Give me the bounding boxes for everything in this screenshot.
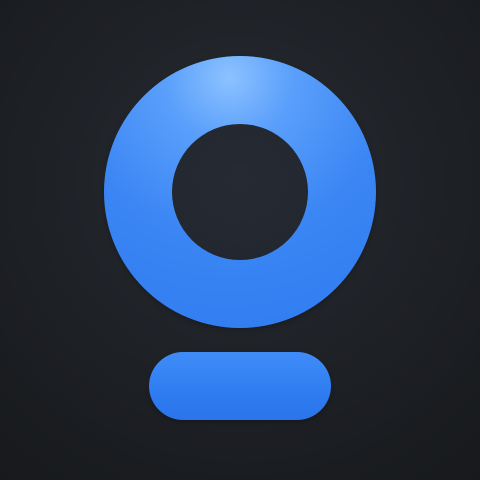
webcam-lens-ring-icon [104, 56, 376, 328]
webcam-base-icon [149, 352, 331, 420]
webcam-lens-center [172, 124, 308, 260]
app-icon [0, 0, 480, 480]
